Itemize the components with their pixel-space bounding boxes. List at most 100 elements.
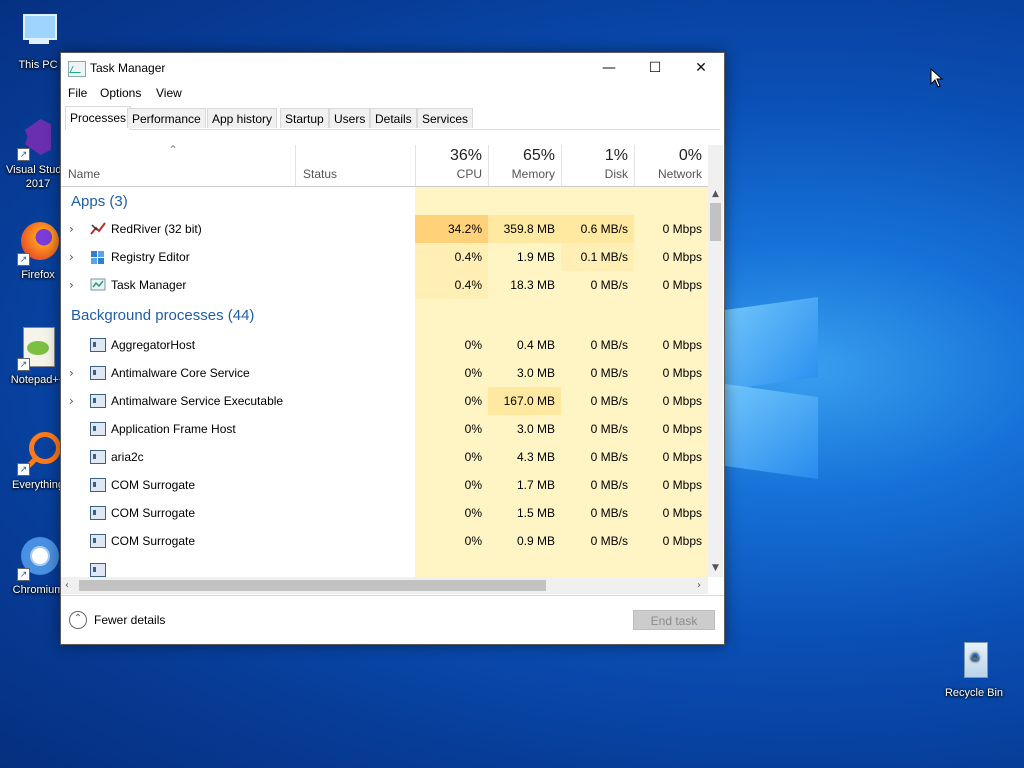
column-status[interactable]: Status [295,145,415,186]
visual-studio-icon: ↗ [15,115,61,161]
memory-cell: 359.8 MB [488,215,561,243]
desktop-icon-recycle-bin[interactable]: ♻ Recycle Bin [938,638,1010,700]
firefox-icon: ↗ [15,220,61,266]
process-list: Apps (3) › RedRiver (32 bit) 34.2% 359.8… [61,187,708,577]
cpu-cell: 0% [415,331,488,359]
memory-cell: 3.0 MB [488,359,561,387]
tab-startup[interactable]: Startup [280,108,329,128]
task-manager-icon [90,278,106,291]
table-row[interactable]: COM Surrogate 0% 0.9 MB 0 MB/s 0 Mbps [61,527,708,555]
expand-chevron-icon[interactable]: › [69,359,74,387]
tab-performance[interactable]: Performance [127,108,206,128]
group-header-background[interactable]: Background processes (44) [61,299,708,331]
scroll-up-icon[interactable]: ▲ [708,189,723,199]
cpu-cell: 0% [415,443,488,471]
process-name: Antimalware Core Service [111,366,250,380]
disk-cell: 0 MB/s [561,471,634,499]
menu-view[interactable]: View [156,86,182,100]
network-cell: 0 Mbps [634,331,708,359]
menu-file[interactable]: File [68,86,87,100]
cpu-cell: 0% [415,387,488,415]
memory-cell: 0.4 MB [488,331,561,359]
tab-details[interactable]: Details [370,108,417,128]
table-row-partial[interactable] [61,555,708,577]
fewer-details-link[interactable]: Fewer details [94,613,165,627]
registry-editor-icon [91,251,104,264]
column-network[interactable]: 0% Network [634,145,708,186]
process-window-icon [90,478,106,492]
expand-chevron-icon[interactable]: › [69,387,74,415]
disk-cell: 0 MB/s [561,331,634,359]
column-memory[interactable]: 65% Memory [488,145,561,186]
close-button[interactable]: ✕ [678,53,724,83]
table-row[interactable]: COM Surrogate 0% 1.5 MB 0 MB/s 0 Mbps [61,499,708,527]
process-name: COM Surrogate [111,478,196,492]
expand-chevron-icon[interactable]: › [69,215,74,243]
network-cell: 0 Mbps [634,527,708,555]
table-row[interactable]: › Task Manager 0.4% 18.3 MB 0 MB/s 0 Mbp… [61,271,708,299]
table-row[interactable]: COM Surrogate 0% 1.7 MB 0 MB/s 0 Mbps [61,471,708,499]
expand-chevron-icon[interactable]: › [69,271,74,299]
shortcut-arrow-icon: ↗ [17,148,30,161]
chevron-up-circle-icon[interactable]: ⌃ [69,611,87,629]
task-manager-window: Task Manager — ☐ ✕ File Options View Pro… [60,52,725,645]
title-bar[interactable]: Task Manager — ☐ ✕ [61,53,724,83]
memory-cell: 167.0 MB [488,387,561,415]
process-name: Application Frame Host [111,422,236,436]
expand-chevron-icon[interactable]: › [69,243,74,271]
memory-cell: 1.7 MB [488,471,561,499]
network-cell: 0 Mbps [634,271,708,299]
tab-users[interactable]: Users [329,108,371,128]
end-task-button[interactable]: End task [633,610,715,630]
sort-up-icon: ⌃ [168,143,179,157]
scroll-right-icon[interactable]: › [697,577,701,594]
process-window-icon [90,366,106,380]
table-row[interactable]: › RedRiver (32 bit) 34.2% 359.8 MB 0.6 M… [61,215,708,243]
horizontal-scrollbar[interactable]: ‹ › [61,577,708,594]
table-row[interactable]: Application Frame Host 0% 3.0 MB 0 MB/s … [61,415,708,443]
disk-cell: 0.1 MB/s [561,243,634,271]
minimize-button[interactable]: — [586,53,632,83]
scroll-left-icon[interactable]: ‹ [65,577,69,594]
chromium-icon: ↗ [15,535,61,581]
process-name: RedRiver (32 bit) [111,222,202,236]
process-name: COM Surrogate [111,506,196,520]
memory-cell: 4.3 MB [488,443,561,471]
vertical-scroll-thumb[interactable] [710,203,721,241]
vertical-scrollbar[interactable]: ▲ ▼ [708,145,723,577]
task-manager-app-icon [68,61,86,77]
tab-services[interactable]: Services [417,108,474,128]
horizontal-scroll-thumb[interactable] [79,580,546,591]
menu-options[interactable]: Options [100,86,141,100]
disk-cell: 0 MB/s [561,271,634,299]
table-row[interactable]: › Registry Editor 0.4% 1.9 MB 0.1 MB/s 0… [61,243,708,271]
maximize-button[interactable]: ☐ [632,53,678,83]
group-header-apps[interactable]: Apps (3) [61,187,708,215]
memory-cell: 1.9 MB [488,243,561,271]
disk-cell: 0 MB/s [561,443,634,471]
network-cell: 0 Mbps [634,471,708,499]
column-name[interactable]: ⌃ Name [61,143,295,186]
column-cpu[interactable]: 36% CPU [415,145,488,186]
footer: ⌃ Fewer details End task [61,595,724,644]
table-row[interactable]: › Antimalware Service Executable 0% 167.… [61,387,708,415]
window-title: Task Manager [90,61,166,75]
shortcut-arrow-icon: ↗ [17,358,30,371]
network-cell: 0 Mbps [634,499,708,527]
table-row[interactable]: AggregatorHost 0% 0.4 MB 0 MB/s 0 Mbps [61,331,708,359]
cpu-cell: 0% [415,471,488,499]
table-row[interactable]: › Antimalware Core Service 0% 3.0 MB 0 M… [61,359,708,387]
tab-bar: Processes Performance App history Startu… [65,106,720,130]
table-row[interactable]: aria2c 0% 4.3 MB 0 MB/s 0 Mbps [61,443,708,471]
cpu-cell: 0% [415,359,488,387]
column-disk[interactable]: 1% Disk [561,145,634,186]
scroll-down-icon[interactable]: ▼ [708,563,723,573]
tab-app-history[interactable]: App history [207,108,278,128]
tab-processes[interactable]: Processes [65,106,132,130]
redriver-app-icon [90,222,106,235]
network-cell: 0 Mbps [634,415,708,443]
windows-logo-wallpaper [718,290,822,480]
process-window-icon [90,563,106,577]
disk-cell: 0 MB/s [561,359,634,387]
column-header: ⌃ Name Status 36% CPU 65% Memory 1% Disk… [61,143,721,187]
